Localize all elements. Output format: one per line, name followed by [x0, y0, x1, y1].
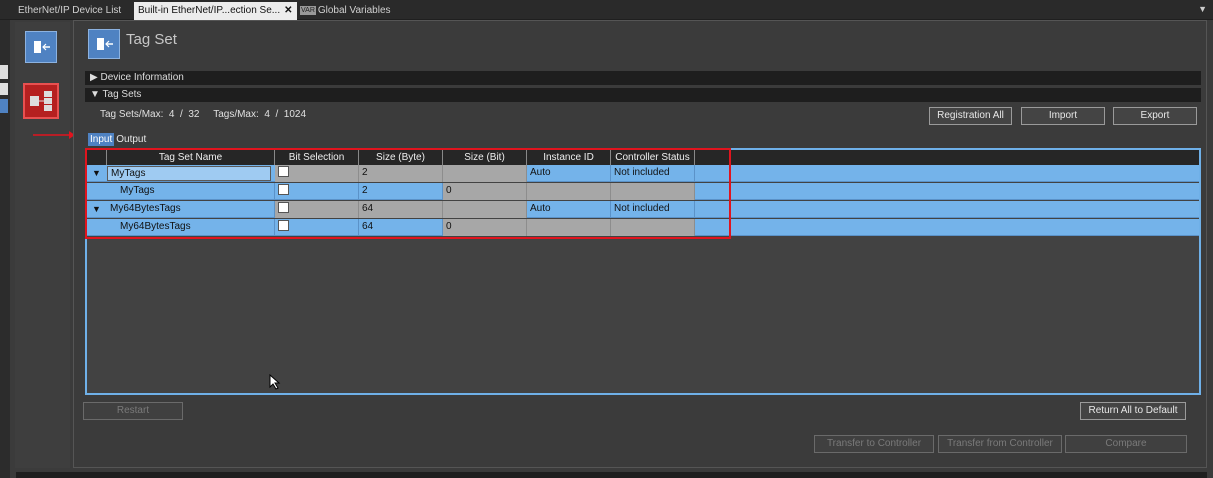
import-button[interactable]: Import: [1021, 107, 1105, 125]
tab-label: Built-in EtherNet/IP...ection Se...: [138, 5, 281, 16]
bit-selection-checkbox[interactable]: [278, 201, 289, 213]
table-row[interactable]: ▼ My64BytesTags 64 Auto Not included: [87, 201, 1199, 218]
tab-list-dropdown-icon[interactable]: ▼: [1198, 4, 1207, 14]
mouse-cursor-icon: [269, 374, 281, 390]
tag-set-counts: Tag Sets/Max: 4 / 32 Tags/Max: 4 / 1024: [100, 109, 307, 120]
device-information-section-header[interactable]: ▶ Device Information: [85, 71, 1201, 85]
bottom-scroll-bar[interactable]: [16, 472, 1207, 478]
instance-id-cell: [527, 219, 611, 236]
size-byte-cell: 64: [359, 219, 443, 236]
controller-status-cell: [611, 183, 695, 200]
size-byte-cell: 2: [359, 183, 443, 200]
collapse-row-icon[interactable]: ▼: [89, 201, 107, 218]
table-header: Tag Set Name Bit Selection Size (Byte) S…: [87, 150, 1199, 165]
compare-button[interactable]: Compare: [1065, 435, 1187, 453]
transfer-from-controller-button[interactable]: Transfer from Controller: [938, 435, 1062, 453]
size-bit-cell: [443, 201, 527, 218]
column-header-size-bit[interactable]: Size (Bit): [443, 150, 527, 165]
column-header-tag-set-name[interactable]: Tag Set Name: [107, 150, 275, 165]
tag-name-cell[interactable]: MyTags: [117, 183, 275, 200]
size-byte-cell: 64: [359, 201, 443, 218]
red-arrow-icon: [33, 131, 75, 139]
tag-set-title-icon: [88, 29, 120, 59]
expand-icon: ▶: [90, 72, 98, 83]
edge-item: [0, 99, 8, 113]
column-header-instance-id[interactable]: Instance ID: [527, 150, 611, 165]
close-tab-icon[interactable]: ✕: [284, 5, 292, 16]
header-expander-column: [87, 150, 107, 165]
io-tabs: Input Output: [88, 133, 148, 146]
instance-id-cell[interactable]: Auto: [527, 201, 611, 218]
tab-label: EtherNet/IP Device List: [18, 5, 122, 16]
instance-id-cell[interactable]: Auto: [527, 165, 611, 182]
device-connection-nav-button[interactable]: [23, 83, 59, 119]
table-row[interactable]: My64BytesTags 64 0: [87, 219, 1199, 236]
size-bit-cell: 0: [443, 219, 527, 236]
left-edge-panel: [0, 20, 10, 478]
controller-status-cell: Not included: [611, 201, 695, 218]
restart-button[interactable]: Restart: [83, 402, 183, 420]
tab-built-in-ethernet-ip-connection-settings[interactable]: Built-in EtherNet/IP...ection Se... ✕: [134, 2, 297, 20]
transfer-to-controller-button[interactable]: Transfer to Controller: [814, 435, 934, 453]
tag-name-cell[interactable]: My64BytesTags: [117, 219, 275, 236]
row-expander-cell: [89, 219, 107, 236]
column-header-controller-status[interactable]: Controller Status: [611, 150, 695, 165]
edge-item: [0, 83, 8, 95]
tab-output[interactable]: Output: [114, 133, 148, 146]
device-network-icon: [30, 91, 52, 111]
return-all-to-default-button[interactable]: Return All to Default: [1080, 402, 1186, 420]
controller-status-cell: [611, 219, 695, 236]
editor-tab-bar: EtherNet/IP Device List Built-in EtherNe…: [0, 0, 1213, 20]
bit-selection-cell: [275, 165, 359, 182]
tag-set-name-cell[interactable]: My64BytesTags: [107, 201, 275, 218]
size-bit-cell: [443, 165, 527, 182]
page-title: Tag Set: [126, 31, 177, 48]
controller-status-cell: Not included: [611, 165, 695, 182]
tag-set-name-field[interactable]: MyTags: [107, 166, 271, 181]
table-row[interactable]: ▼ MyTags 2 Auto Not included: [87, 165, 1199, 182]
column-header-size-byte[interactable]: Size (Byte): [359, 150, 443, 165]
bit-selection-cell: [275, 201, 359, 218]
instance-id-cell: [527, 183, 611, 200]
bit-selection-cell: [275, 183, 359, 200]
tab-label: Global Variables: [317, 5, 391, 16]
tab-ethernet-ip-device-list[interactable]: EtherNet/IP Device List: [14, 2, 125, 20]
tag-set-icon: [34, 41, 50, 53]
size-bit-cell: 0: [443, 183, 527, 200]
tag-sets-section-header[interactable]: ▼ Tag Sets: [85, 88, 1201, 102]
tag-set-nav-button[interactable]: [25, 31, 57, 63]
edge-item: [0, 65, 8, 79]
size-byte-cell: 2: [359, 165, 443, 182]
collapse-icon: ▼: [90, 89, 100, 100]
tab-input[interactable]: Input: [88, 133, 115, 146]
table-row[interactable]: MyTags 2 0: [87, 183, 1199, 200]
bit-selection-checkbox[interactable]: [278, 183, 289, 195]
export-button[interactable]: Export: [1113, 107, 1197, 125]
tag-set-table: Tag Set Name Bit Selection Size (Byte) S…: [85, 148, 1201, 395]
section-label: Tag Sets: [102, 89, 142, 100]
variables-icon: VAR: [300, 5, 316, 15]
bit-selection-checkbox[interactable]: [278, 219, 289, 231]
collapse-row-icon[interactable]: ▼: [89, 165, 107, 182]
row-expander-cell: [89, 183, 107, 200]
section-label: Device Information: [100, 72, 184, 83]
bit-selection-cell: [275, 219, 359, 236]
bit-selection-checkbox[interactable]: [278, 165, 289, 177]
registration-all-button[interactable]: Registration All: [929, 107, 1012, 125]
column-header-bit-selection[interactable]: Bit Selection: [275, 150, 359, 165]
tab-global-variables[interactable]: VAR Global Variables: [296, 2, 395, 20]
